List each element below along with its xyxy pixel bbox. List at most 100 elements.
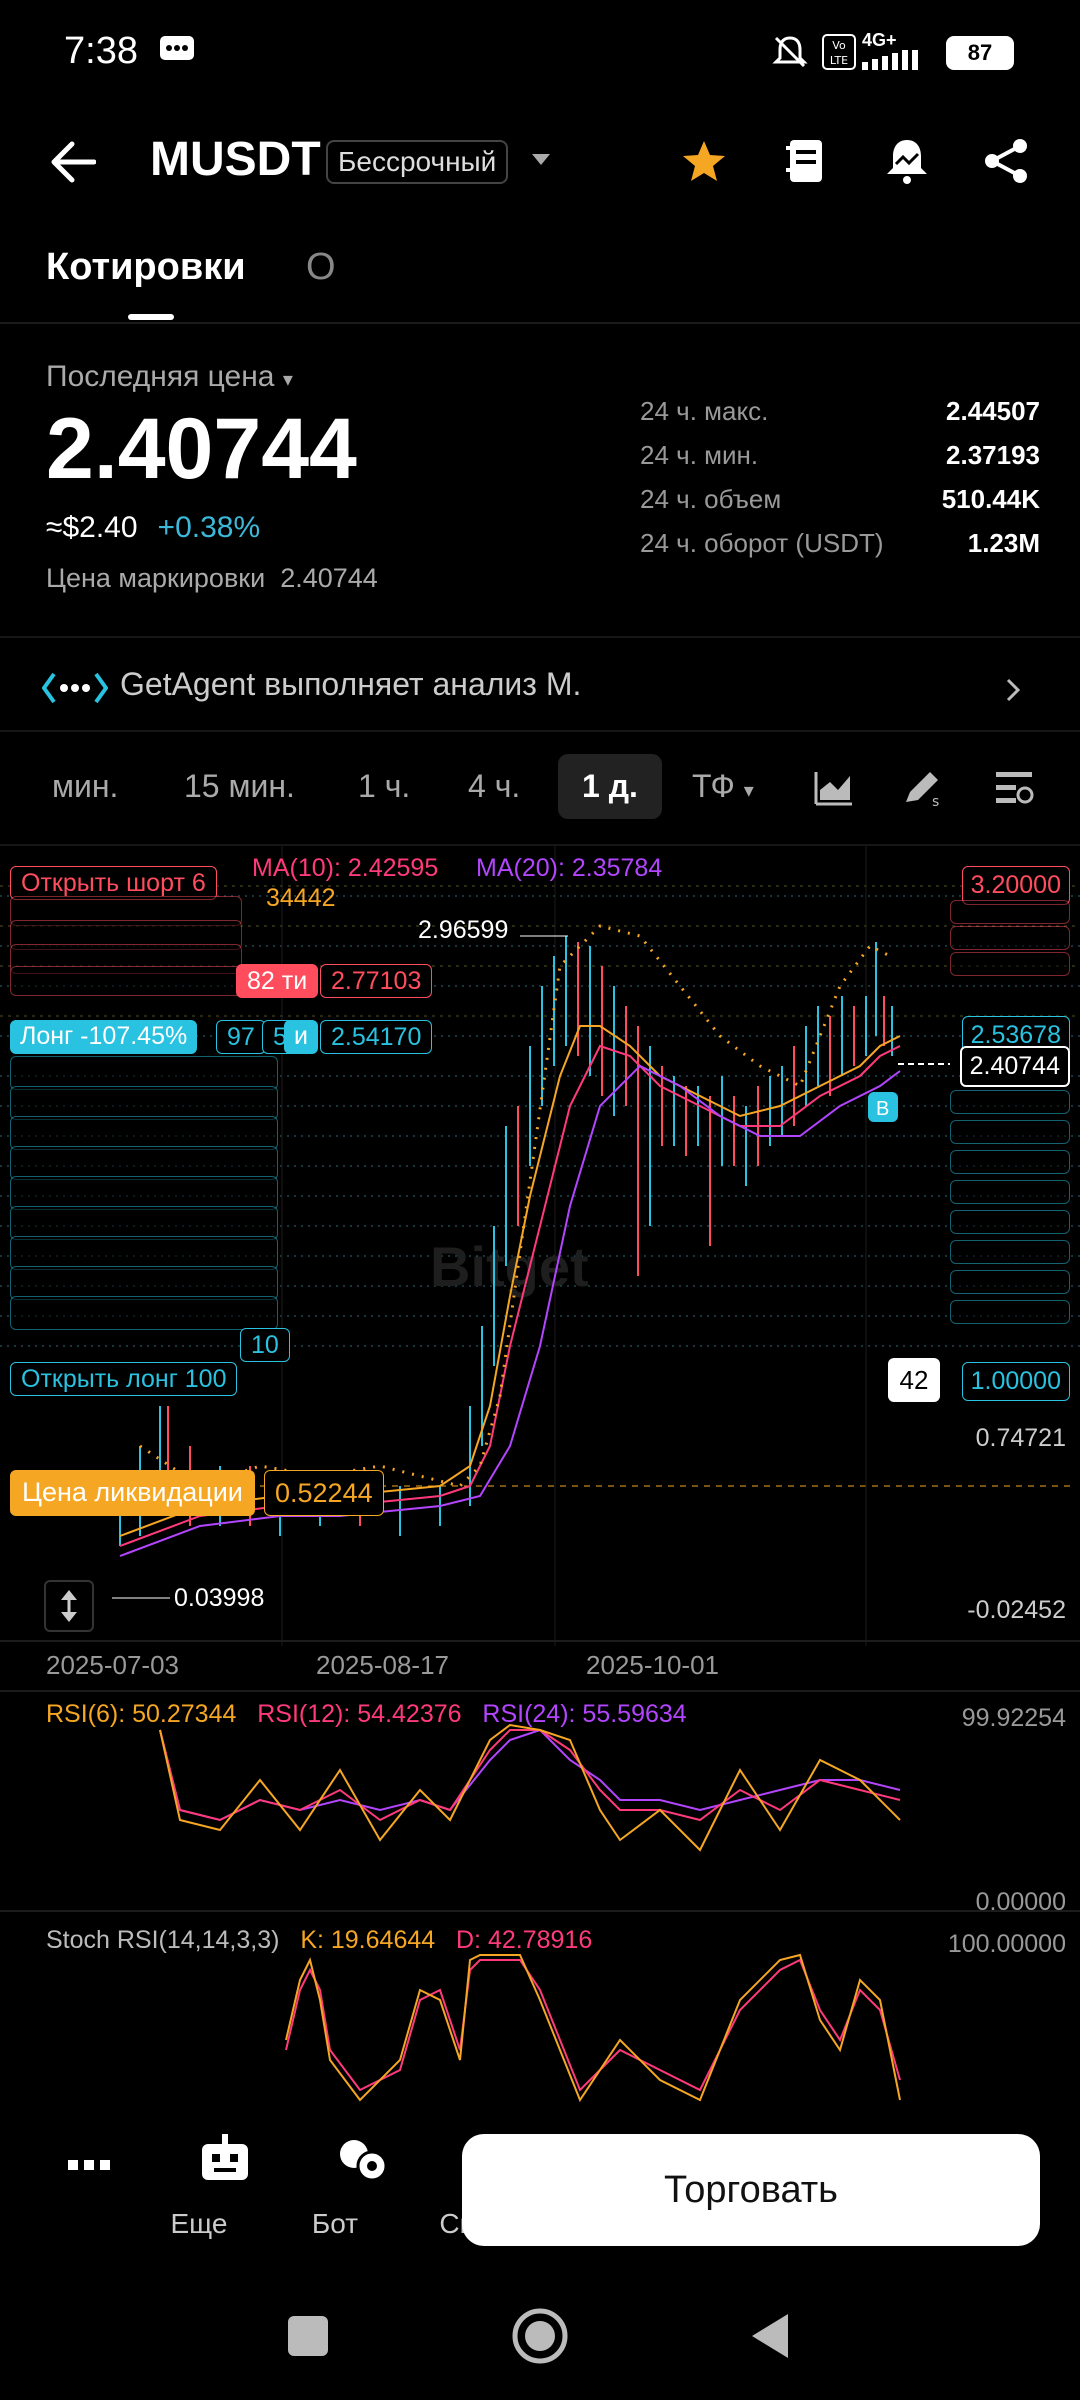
x-label-1: 2025-07-03 — [46, 1650, 179, 1680]
svg-text:LTE: LTE — [830, 54, 848, 67]
open-short-tag[interactable] — [10, 966, 242, 996]
interval-min[interactable]: мин. — [52, 768, 118, 805]
long-tag-97: 97 — [216, 1020, 266, 1054]
back-arrow-icon[interactable] — [50, 140, 96, 184]
nav-more[interactable]: Еще — [34, 2120, 227, 2239]
system-navigation — [0, 2280, 1080, 2400]
tab-about[interactable]: О — [306, 246, 336, 289]
stats-24h: 24 ч. макс. 2.44507 24 ч. мин. 2.37193 24 … — [640, 396, 1040, 572]
pair-title[interactable]: MUSDT — [150, 132, 321, 187]
spot-icon — [340, 2140, 388, 2182]
tabs: Котировки О — [0, 240, 1080, 324]
open-long-tag[interactable] — [10, 1056, 278, 1090]
open-long-tag[interactable] — [10, 1086, 278, 1120]
volte-icon: Vo LTE — [822, 34, 856, 70]
chevron-down-icon[interactable] — [530, 152, 552, 168]
long-tag-value: 2.54170 — [320, 1020, 433, 1054]
axis-short-stack — [950, 900, 1070, 924]
notebook-icon[interactable] — [784, 138, 828, 186]
scale-toggle[interactable] — [44, 1580, 94, 1632]
chart-low-label: 0.03998 — [174, 1584, 264, 1612]
nav-bot[interactable]: Бот — [170, 2120, 358, 2239]
mark-price-value: 2.40744 — [280, 563, 378, 593]
liquidation-label[interactable]: Цена ликвидации — [10, 1470, 255, 1516]
open-long-tag[interactable] — [10, 1296, 278, 1330]
open-long-tag[interactable] — [10, 1236, 278, 1270]
trade-button[interactable]: Торговать — [462, 2134, 1040, 2246]
vertical-resize-icon — [61, 1590, 77, 1622]
stat-row: 24 ч. объем 510.44K — [640, 484, 1040, 514]
stat-row: 24 ч. макс. 2.44507 — [640, 396, 1040, 426]
stat-row: 24 ч. оборот (USDT) 1.23M — [640, 528, 1040, 558]
open-long-tag[interactable] — [10, 1206, 278, 1240]
indicator-icon[interactable] — [814, 770, 854, 806]
rsi-chart — [159, 1723, 901, 1852]
axis-current-price: 2.40744 — [959, 1046, 1070, 1087]
open-long-tag[interactable] — [10, 1116, 278, 1150]
bottom-nav: Еще Бот Спот Торговать — [0, 2120, 1080, 2270]
status-bar: 7:38 Vo LTE 4G+ 87 — [0, 0, 1080, 110]
price-alert-icon[interactable] — [884, 136, 930, 186]
axis-short-stack — [950, 926, 1070, 950]
ma20-value: MA(20): 2.35784 — [476, 854, 663, 882]
star-icon[interactable] — [680, 138, 728, 186]
message-icon — [160, 36, 194, 60]
axis-long-stack — [950, 1180, 1070, 1204]
axis-long-stack — [950, 1270, 1070, 1294]
long-tag-i: и — [284, 1020, 318, 1054]
interval-15min[interactable]: 15 мин. — [184, 768, 295, 805]
axis-long-stack — [950, 1240, 1070, 1264]
open-long-100-tag[interactable]: Открыть лонг 100 — [10, 1362, 238, 1396]
short-tag-price[interactable]: 82 ти — [236, 964, 319, 998]
top-bar: MUSDT Бессрочный — [0, 120, 1080, 220]
chevron-right-icon — [1006, 678, 1021, 702]
count-badge[interactable]: 42 — [888, 1358, 940, 1402]
axis-long-stack — [950, 1210, 1070, 1234]
x-label-3: 2025-10-01 — [586, 1650, 719, 1680]
liquidation-value: 0.52244 — [264, 1470, 384, 1516]
bot-icon — [202, 2134, 248, 2180]
battery-icon: 87 — [946, 36, 1014, 70]
interval-1d[interactable]: 1 д. — [558, 754, 662, 819]
open-long-tag[interactable] — [10, 1266, 278, 1300]
price-subline: ≈$2.40 +0.38% — [46, 511, 378, 545]
short-tag-value: 2.77103 — [320, 964, 433, 998]
svg-text:Vo: Vo — [832, 39, 846, 52]
bitget-watermark: Bitget — [430, 1235, 589, 1298]
back-nav-icon[interactable] — [748, 2312, 792, 2360]
open-long-tag-10: 10 — [240, 1328, 290, 1362]
open-short-tag[interactable]: Открыть шорт 6 — [10, 866, 217, 900]
open-long-tag[interactable] — [10, 1146, 278, 1180]
axis-label-074: 0.74721 — [975, 1424, 1066, 1452]
axis-long-stack — [950, 1090, 1070, 1114]
nav-spot[interactable]: Спот — [306, 2120, 503, 2239]
axis-long-stack — [950, 1300, 1070, 1324]
last-price-label[interactable]: Последняя цена ▾ — [46, 360, 378, 394]
mute-bell-icon — [772, 36, 808, 68]
interval-tf[interactable]: ТФ ▾ — [692, 768, 754, 805]
recent-apps-icon[interactable] — [286, 2314, 330, 2358]
axis-short-stack — [950, 952, 1070, 976]
interval-1h[interactable]: 1 ч. — [358, 768, 410, 805]
interval-4h[interactable]: 4 ч. — [468, 768, 520, 805]
price-change: +0.38% — [157, 511, 261, 544]
chart-high-label: 2.96599 — [418, 916, 508, 944]
status-time: 7:38 — [64, 30, 138, 72]
getagent-banner[interactable]: GetAgent выполняет анализ M. — [0, 652, 1080, 728]
ma5-partial: 34442 — [266, 884, 336, 912]
long-position-tag[interactable]: Лонг -107.45% — [10, 1020, 198, 1054]
stoch-chart — [285, 1953, 901, 2103]
more-icon — [68, 2160, 110, 2170]
usd-equivalent: ≈$2.40 — [46, 511, 138, 544]
mark-price-label: Цена маркировки — [46, 563, 266, 593]
home-icon[interactable] — [510, 2306, 570, 2366]
axis-long-stack — [950, 1150, 1070, 1174]
interval-bar: мин. 15 мин. 1 ч. 4 ч. 1 д. ТФ ▾ s — [0, 746, 1080, 830]
signal-icon — [862, 50, 918, 70]
draw-tool-icon[interactable]: s — [902, 768, 944, 808]
open-long-tag[interactable] — [10, 1176, 278, 1210]
tab-quotes[interactable]: Котировки — [46, 246, 246, 289]
share-icon[interactable] — [984, 138, 1030, 184]
tab-active-indicator — [128, 314, 174, 320]
chart-settings-icon[interactable] — [994, 770, 1034, 806]
